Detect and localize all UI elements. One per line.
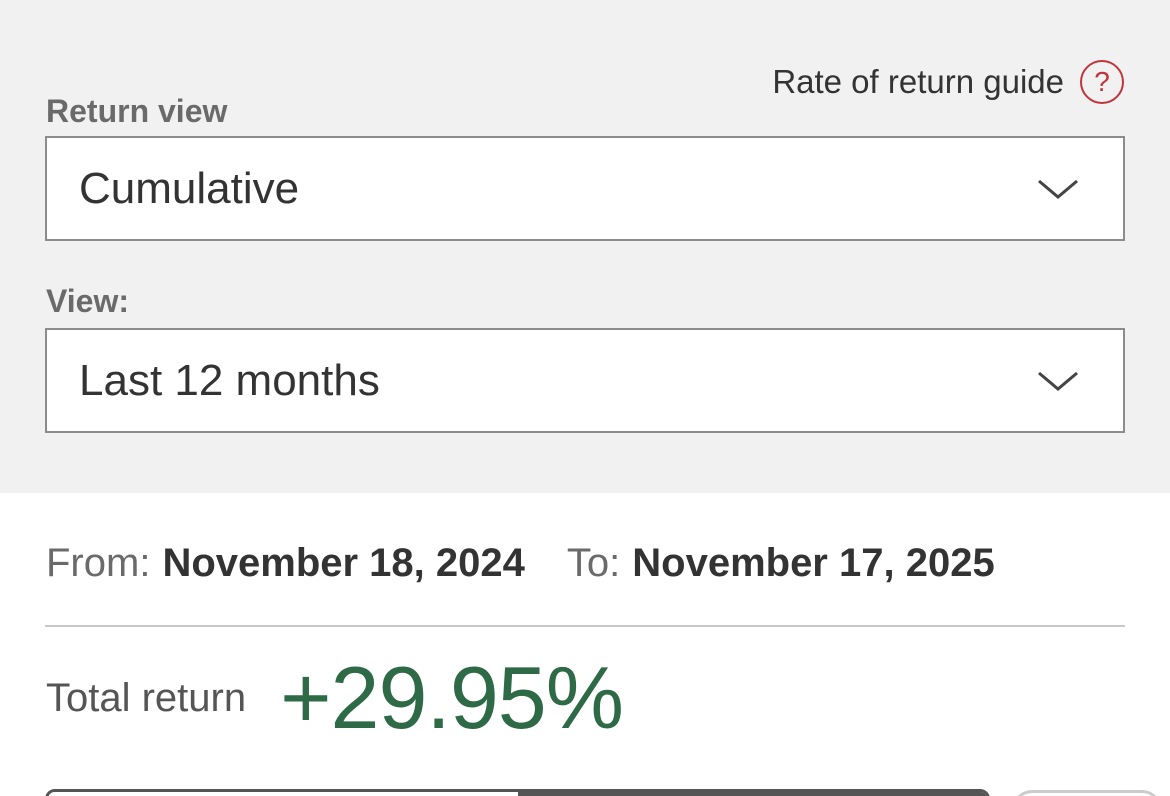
chevron-down-icon bbox=[1038, 371, 1078, 391]
side-pill-button[interactable] bbox=[1012, 790, 1162, 796]
return-view-label: Return view bbox=[46, 93, 228, 129]
view-selected-value: Last 12 months bbox=[79, 355, 380, 405]
rate-of-return-guide-link[interactable]: Rate of return guide ? bbox=[772, 60, 1124, 104]
divider bbox=[45, 625, 1125, 627]
help-circle-icon[interactable]: ? bbox=[1080, 60, 1124, 104]
filters-panel: Rate of return guide ? Return view Cumul… bbox=[0, 0, 1170, 493]
total-return-label: Total return bbox=[46, 675, 247, 720]
return-view-selected-value: Cumulative bbox=[79, 163, 300, 213]
view-select[interactable]: Last 12 months bbox=[45, 328, 1125, 433]
chevron-down-icon bbox=[1038, 179, 1078, 199]
toggle-option-right[interactable] bbox=[518, 792, 987, 796]
total-return-row: Total return +29.95% bbox=[46, 648, 624, 747]
view-toggle[interactable] bbox=[45, 789, 990, 796]
date-range: From: November 18, 2024 To: November 17,… bbox=[46, 541, 995, 586]
guide-link-label: Rate of return guide bbox=[772, 63, 1064, 100]
from-label: From: bbox=[46, 541, 151, 585]
return-view-select[interactable]: Cumulative bbox=[45, 136, 1125, 241]
toggle-option-left[interactable] bbox=[48, 792, 518, 796]
total-return-value: +29.95% bbox=[280, 648, 624, 747]
to-date: November 17, 2025 bbox=[632, 541, 995, 585]
to-label: To: bbox=[566, 541, 621, 585]
from-date: November 18, 2024 bbox=[162, 541, 525, 585]
view-label: View: bbox=[46, 283, 129, 319]
